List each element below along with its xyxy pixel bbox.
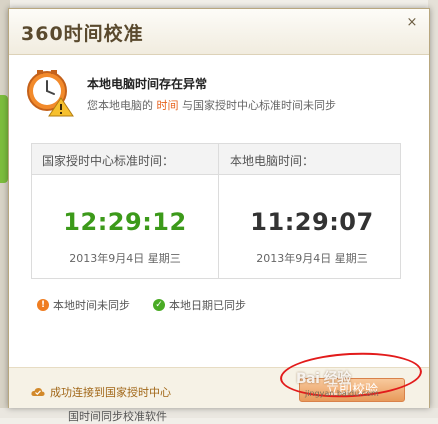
subline-suffix: 与国家授时中心标准时间未同步 xyxy=(182,99,336,112)
local-time-value: 11:29:07 xyxy=(250,208,374,236)
alert-headline: 本地电脑时间存在异常 xyxy=(87,77,208,91)
time-status-text: 本地时间未同步 xyxy=(53,299,130,312)
cloud-check-icon xyxy=(31,388,45,396)
subline-prefix: 您本地电脑的 xyxy=(87,99,153,112)
date-sync-status: ✓ 本地日期已同步 xyxy=(153,297,246,313)
standard-time-value: 12:29:12 xyxy=(63,208,187,236)
time-sync-status: ! 本地时间未同步 xyxy=(37,297,130,313)
local-date-value: 2013年9月4日 星期三 xyxy=(256,252,368,265)
background-bottom-edge xyxy=(0,408,438,418)
time-comparison-panel: 国家授时中心标准时间： 本地电脑时间： 12:29:12 11:29:07 20… xyxy=(31,143,401,279)
background-bottom-text: 国时间同步校准软件 xyxy=(68,410,167,423)
baidu-watermark-logo: Bai 经验 xyxy=(296,371,351,387)
standard-date-value: 2013年9月4日 星期三 xyxy=(69,252,181,265)
local-time-label: 本地电脑时间： xyxy=(230,154,315,168)
background-green-element xyxy=(0,95,8,183)
connection-status: 成功连接到国家授时中心 xyxy=(31,384,171,400)
time-calibration-dialog: 360时间校准 × 本地电脑时间存在异常 您本地电脑的 时间 与国家授时中心标准… xyxy=(8,8,430,408)
alert-subline: 您本地电脑的 时间 与国家授时中心标准时间未同步 xyxy=(87,97,336,113)
standard-time-label: 国家授时中心标准时间： xyxy=(42,154,175,168)
subline-highlight: 时间 xyxy=(156,99,179,112)
connection-message: 成功连接到国家授时中心 xyxy=(50,386,171,399)
date-status-text: 本地日期已同步 xyxy=(169,299,246,312)
clock-warning-icon xyxy=(27,70,74,117)
titlebar[interactable]: 360时间校准 × xyxy=(9,9,429,55)
warning-icon: ! xyxy=(37,299,49,311)
close-button[interactable]: × xyxy=(405,16,419,30)
check-icon: ✓ xyxy=(153,299,165,311)
baidu-watermark-domain: jingyan.baidu.com xyxy=(305,389,379,398)
window-title: 360时间校准 xyxy=(21,23,144,45)
